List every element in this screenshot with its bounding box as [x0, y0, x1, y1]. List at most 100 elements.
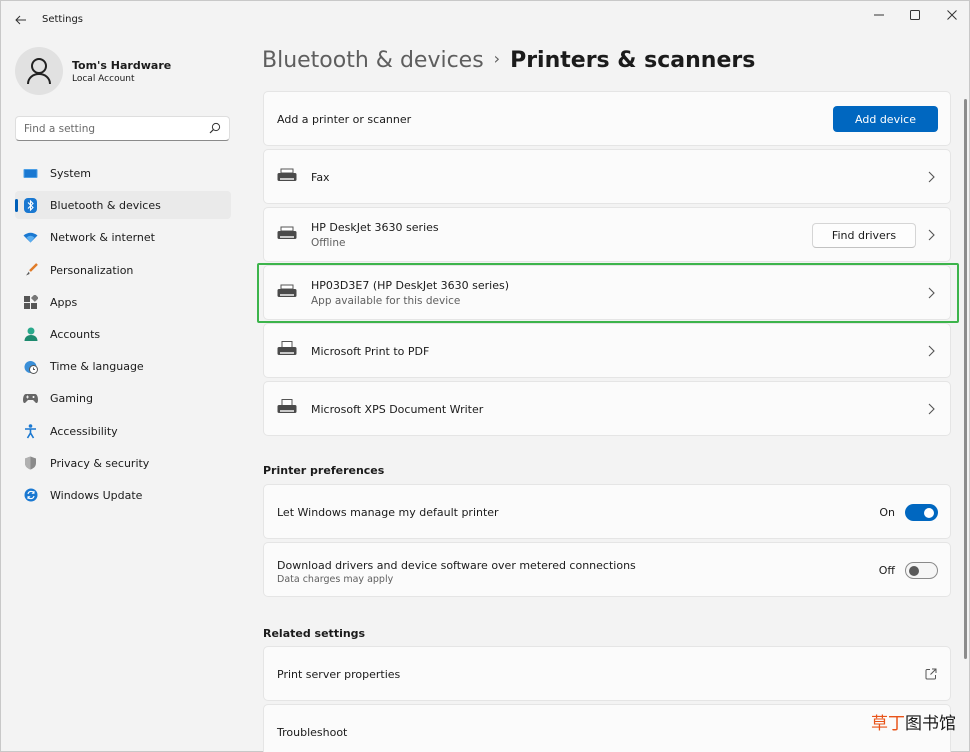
breadcrumb-parent[interactable]: Bluetooth & devices	[262, 48, 484, 73]
chevron-right-icon	[928, 403, 935, 415]
metered-download-toggle[interactable]	[905, 562, 938, 579]
maximize-icon	[910, 10, 920, 20]
avatar	[15, 47, 63, 95]
person-icon	[27, 58, 51, 85]
printer-icon	[277, 341, 297, 355]
chevron-right-icon	[928, 171, 935, 183]
sidebar-item-label: Privacy & security	[50, 456, 150, 470]
brush-icon	[23, 263, 38, 278]
update-icon	[23, 488, 38, 503]
back-arrow-icon	[15, 15, 26, 25]
search-icon	[209, 122, 221, 134]
sidebar-item-bluetooth-devices[interactable]: Bluetooth & devices	[15, 191, 231, 220]
troubleshoot-link[interactable]: Troubleshoot	[263, 704, 951, 752]
globe-clock-icon	[23, 359, 38, 374]
chevron-right-icon	[928, 345, 935, 357]
breadcrumb-separator: ›	[493, 49, 501, 68]
sidebar-item-privacy-security[interactable]: Privacy & security	[15, 449, 231, 477]
close-icon	[947, 10, 957, 20]
sidebar-item-label: Network & internet	[50, 231, 155, 245]
apps-icon	[23, 295, 38, 310]
gamepad-icon	[23, 391, 38, 406]
external-link-icon	[925, 668, 937, 680]
sidebar-item-label: Accounts	[50, 327, 101, 341]
add-printer-label: Add a printer or scanner	[277, 113, 412, 126]
sidebar-item-label: Time & language	[50, 360, 144, 374]
printer-item-hp-deskjet[interactable]: HP DeskJet 3630 series Offline Find driv…	[263, 207, 951, 262]
related-item-label: Troubleshoot	[277, 726, 348, 739]
pref-label: Let Windows manage my default printer	[277, 506, 499, 519]
default-printer-toggle[interactable]	[905, 504, 938, 521]
search-placeholder: Find a setting	[24, 123, 96, 135]
toggle-knob	[924, 507, 934, 518]
printer-name: Fax	[311, 171, 330, 184]
bluetooth-icon	[23, 198, 38, 214]
sidebar-item-label: System	[50, 167, 92, 180]
sidebar-item-label: Accessibility	[50, 424, 118, 438]
printer-status: Offline	[311, 237, 346, 249]
minimize-icon	[874, 14, 884, 16]
shield-icon	[23, 456, 38, 471]
sidebar-item-label: Apps	[50, 295, 78, 309]
sidebar-item-gaming[interactable]: Gaming	[15, 384, 231, 412]
printer-icon	[277, 226, 297, 239]
profile-account-type: Local Account	[72, 74, 135, 84]
printer-icon	[277, 168, 297, 181]
add-printer-card: Add a printer or scanner Add device	[263, 91, 951, 146]
settings-window: Settings Tom's Hardware Local Account Fi…	[0, 0, 970, 752]
pref-metered-download: Download drivers and device software ove…	[263, 542, 951, 597]
sidebar-item-accounts[interactable]: Accounts	[15, 320, 231, 348]
pref-sublabel: Data charges may apply	[277, 574, 394, 585]
back-button[interactable]	[11, 10, 31, 30]
print-server-properties-link[interactable]: Print server properties	[263, 646, 951, 701]
add-device-button[interactable]: Add device	[833, 106, 938, 132]
printer-name: HP DeskJet 3630 series	[311, 221, 439, 234]
sidebar-item-label: Bluetooth & devices	[50, 199, 161, 213]
maximize-button[interactable]	[897, 3, 933, 27]
sidebar-item-label: Windows Update	[50, 488, 143, 502]
printer-name: Microsoft XPS Document Writer	[311, 403, 484, 416]
toggle-state-label: On	[879, 506, 895, 519]
system-icon	[23, 166, 38, 181]
accessibility-icon	[23, 423, 38, 439]
active-indicator	[15, 199, 18, 213]
wifi-icon	[23, 230, 38, 245]
pref-label: Download drivers and device software ove…	[277, 559, 636, 572]
person-icon	[23, 327, 38, 342]
printer-name: Microsoft Print to PDF	[311, 345, 430, 358]
printer-item-xps-writer[interactable]: Microsoft XPS Document Writer	[263, 381, 951, 436]
profile-name: Tom's Hardware	[72, 59, 172, 72]
chevron-right-icon	[928, 229, 935, 241]
sidebar-nav: System Bluetooth & devices Network & int…	[15, 159, 231, 513]
watermark-text: 图书馆	[905, 714, 956, 734]
printer-item-fax[interactable]: Fax	[263, 149, 951, 204]
app-title: Settings	[42, 14, 84, 25]
page-title: Printers & scanners	[510, 48, 756, 73]
sidebar-item-time-language[interactable]: Time & language	[15, 352, 231, 380]
breadcrumb: Bluetooth & devices › Printers & scanners	[262, 48, 755, 73]
printer-item-print-to-pdf[interactable]: Microsoft Print to PDF	[263, 323, 951, 378]
toggle-knob	[909, 565, 919, 576]
watermark-accent: 草丁	[871, 714, 905, 734]
find-drivers-button[interactable]: Find drivers	[812, 223, 916, 248]
sidebar-item-label: Gaming	[50, 392, 93, 406]
printer-icon	[277, 399, 297, 413]
sidebar-item-system[interactable]: System	[15, 159, 231, 187]
sidebar-item-windows-update[interactable]: Windows Update	[15, 481, 231, 509]
sidebar-item-network-internet[interactable]: Network & internet	[15, 223, 231, 251]
sidebar-item-apps[interactable]: Apps	[15, 288, 231, 316]
toggle-state-label: Off	[878, 564, 895, 577]
selection-highlight	[257, 263, 959, 323]
search-input[interactable]: Find a setting	[15, 116, 230, 141]
sidebar-item-accessibility[interactable]: Accessibility	[15, 417, 231, 445]
scrollbar[interactable]	[964, 99, 967, 659]
minimize-button[interactable]	[861, 3, 897, 27]
sidebar-item-personalization[interactable]: Personalization	[15, 256, 231, 284]
title-bar: Settings	[1, 1, 969, 37]
related-item-label: Print server properties	[277, 668, 401, 681]
watermark: 草丁图书馆	[871, 709, 956, 734]
printer-preferences-heading: Printer preferences	[263, 464, 385, 477]
related-settings-heading: Related settings	[263, 627, 366, 640]
sidebar-item-label: Personalization	[50, 263, 134, 277]
close-button[interactable]	[934, 3, 970, 27]
